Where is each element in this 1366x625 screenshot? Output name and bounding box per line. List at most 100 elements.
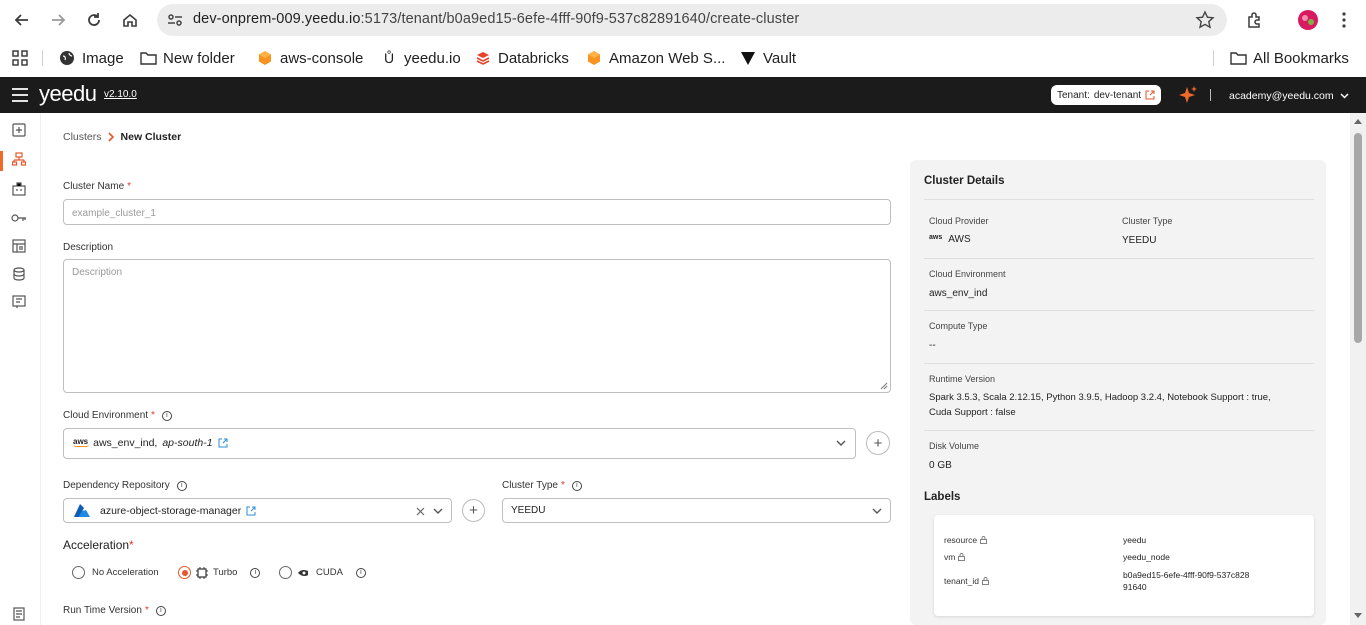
- cluster-name-input[interactable]: example_cluster_1: [63, 199, 891, 225]
- home-icon[interactable]: [118, 8, 142, 32]
- menu-icon[interactable]: [12, 88, 28, 102]
- forward-arrow-icon[interactable]: [46, 8, 70, 32]
- lock-icon: [982, 577, 989, 585]
- labels-title: Labels: [924, 491, 961, 503]
- notebook-add-icon[interactable]: [10, 121, 28, 139]
- divider: [924, 199, 1314, 200]
- add-dep-repo-button[interactable]: +: [462, 499, 485, 522]
- external-link-icon[interactable]: [218, 438, 228, 448]
- reload-icon[interactable]: [82, 8, 106, 32]
- radio-button[interactable]: [178, 566, 191, 579]
- databricks-icon: [474, 49, 492, 67]
- yeedu-logo[interactable]: yeedu: [39, 81, 97, 107]
- divider: [924, 430, 1314, 431]
- resize-grip-icon[interactable]: [880, 382, 888, 390]
- database-icon[interactable]: [10, 265, 28, 283]
- nvidia-icon: [298, 569, 308, 576]
- cloud-env-value: aws aws_env_ind, ap-south-1: [73, 437, 228, 449]
- description-textarea[interactable]: Description: [63, 259, 891, 393]
- radio-button[interactable]: [279, 566, 292, 579]
- workspace-icon[interactable]: [10, 237, 28, 255]
- disk-volume-label: Disk Volume: [929, 441, 980, 451]
- globe-icon: [58, 49, 76, 67]
- all-bookmarks[interactable]: All Bookmarks: [1229, 48, 1349, 68]
- browser-menu-icon[interactable]: [1332, 8, 1356, 32]
- lock-icon: [958, 553, 966, 561]
- bookmark-aws-console[interactable]: aws-console: [256, 48, 363, 68]
- info-icon[interactable]: i: [155, 605, 166, 616]
- vault-triangle-icon: [739, 49, 757, 67]
- runtime-detail-value-line2: Cuda Support : false: [929, 407, 1016, 418]
- tenant-chip[interactable]: Tenant: dev-tenant: [1051, 85, 1162, 105]
- yeedu-icon: Ů: [383, 50, 395, 66]
- info-icon[interactable]: i: [176, 480, 187, 491]
- user-menu[interactable]: academy@yeedu.com: [1229, 90, 1349, 102]
- chevron-down-icon: [872, 508, 882, 514]
- page-scrollbar[interactable]: [1350, 113, 1366, 625]
- acceleration-option-none[interactable]: No Acceleration: [72, 566, 159, 579]
- jobs-icon[interactable]: [10, 180, 28, 198]
- aws-cube-icon: [256, 49, 274, 67]
- scroll-down-arrow-icon[interactable]: [1354, 613, 1362, 618]
- acceleration-option-turbo[interactable]: Turbo i: [178, 566, 261, 579]
- dep-repo-label: Dependency Repository i: [63, 480, 187, 491]
- bookmark-star-icon[interactable]: [1195, 10, 1215, 30]
- disk-volume-value: 0 GB: [929, 460, 952, 471]
- dep-repo-value: azure-object-storage-manager: [73, 504, 256, 518]
- clusters-icon[interactable]: [10, 150, 28, 168]
- apps-grid-icon[interactable]: [12, 48, 28, 68]
- breadcrumb-clusters[interactable]: Clusters: [63, 131, 102, 143]
- acceleration-option-cuda[interactable]: CUDA i: [279, 566, 366, 579]
- label-key: vm: [944, 552, 966, 562]
- bookmark-image[interactable]: Image: [58, 48, 124, 68]
- cluster-type-select[interactable]: YEEDU: [502, 498, 891, 523]
- ai-sparkle-icon[interactable]: [1178, 85, 1198, 105]
- cloud-provider-value: aws AWS: [929, 234, 971, 245]
- chevron-down-icon: [433, 508, 443, 514]
- bookmark-divider: [42, 50, 43, 66]
- scroll-thumb[interactable]: [1354, 133, 1362, 343]
- cluster-name-label: Cluster Name *: [63, 181, 132, 192]
- label-value: b0a9ed15-6efe-4fff-90f9-537c82891640: [1123, 570, 1250, 592]
- chevron-down-icon: [1340, 93, 1349, 99]
- bookmark-vault[interactable]: Vault: [739, 48, 796, 68]
- profile-avatar-icon[interactable]: [1296, 8, 1320, 32]
- cloud-env-detail-value: aws_env_ind: [929, 288, 988, 299]
- acceleration-title: Acceleration*: [63, 538, 134, 552]
- docs-icon[interactable]: [10, 605, 28, 623]
- bookmark-new-folder[interactable]: New folder: [139, 48, 235, 68]
- external-link-icon: [1145, 90, 1155, 100]
- info-icon[interactable]: i: [571, 480, 582, 491]
- compute-type-value: --: [929, 340, 936, 351]
- add-cloud-env-button[interactable]: +: [866, 431, 890, 455]
- key-icon[interactable]: [10, 209, 28, 227]
- info-icon[interactable]: i: [161, 410, 172, 421]
- label-value: yeedu_node: [1123, 552, 1170, 562]
- version-link[interactable]: v2.10.0: [104, 89, 137, 100]
- reports-icon[interactable]: [10, 293, 28, 311]
- radio-button[interactable]: [72, 566, 85, 579]
- clear-x-icon[interactable]: [416, 507, 425, 516]
- bookmarks-bar: Image New folder aws-console Ů yeedu.io …: [0, 40, 1366, 77]
- extensions-icon[interactable]: [1243, 8, 1267, 32]
- lock-icon: [980, 536, 987, 544]
- label-value: yeedu: [1123, 535, 1147, 545]
- external-link-icon[interactable]: [246, 506, 256, 516]
- info-icon[interactable]: i: [355, 567, 366, 578]
- info-icon[interactable]: i: [250, 567, 261, 578]
- scroll-up-arrow-icon[interactable]: [1354, 119, 1362, 124]
- bookmark-databricks[interactable]: Databricks: [474, 48, 569, 68]
- site-settings-icon[interactable]: [165, 10, 185, 30]
- cluster-details-title: Cluster Details: [924, 175, 1005, 187]
- bookmark-amazon-web-services[interactable]: Amazon Web S...: [585, 48, 725, 68]
- address-bar[interactable]: dev-onprem-009.yeedu.io:5173/tenant/b0a9…: [157, 4, 1227, 36]
- folder-icon: [139, 49, 157, 67]
- description-label: Description: [63, 242, 114, 253]
- cloud-env-detail-label: Cloud Environment: [929, 269, 1006, 279]
- back-arrow-icon[interactable]: [10, 8, 34, 32]
- folder-icon: [1229, 49, 1247, 67]
- bookmark-yeedu[interactable]: Ů yeedu.io: [380, 48, 461, 68]
- aws-cube-icon: [585, 49, 603, 67]
- dep-repo-select[interactable]: azure-object-storage-manager: [63, 498, 452, 523]
- cloud-env-select[interactable]: aws aws_env_ind, ap-south-1: [63, 428, 856, 459]
